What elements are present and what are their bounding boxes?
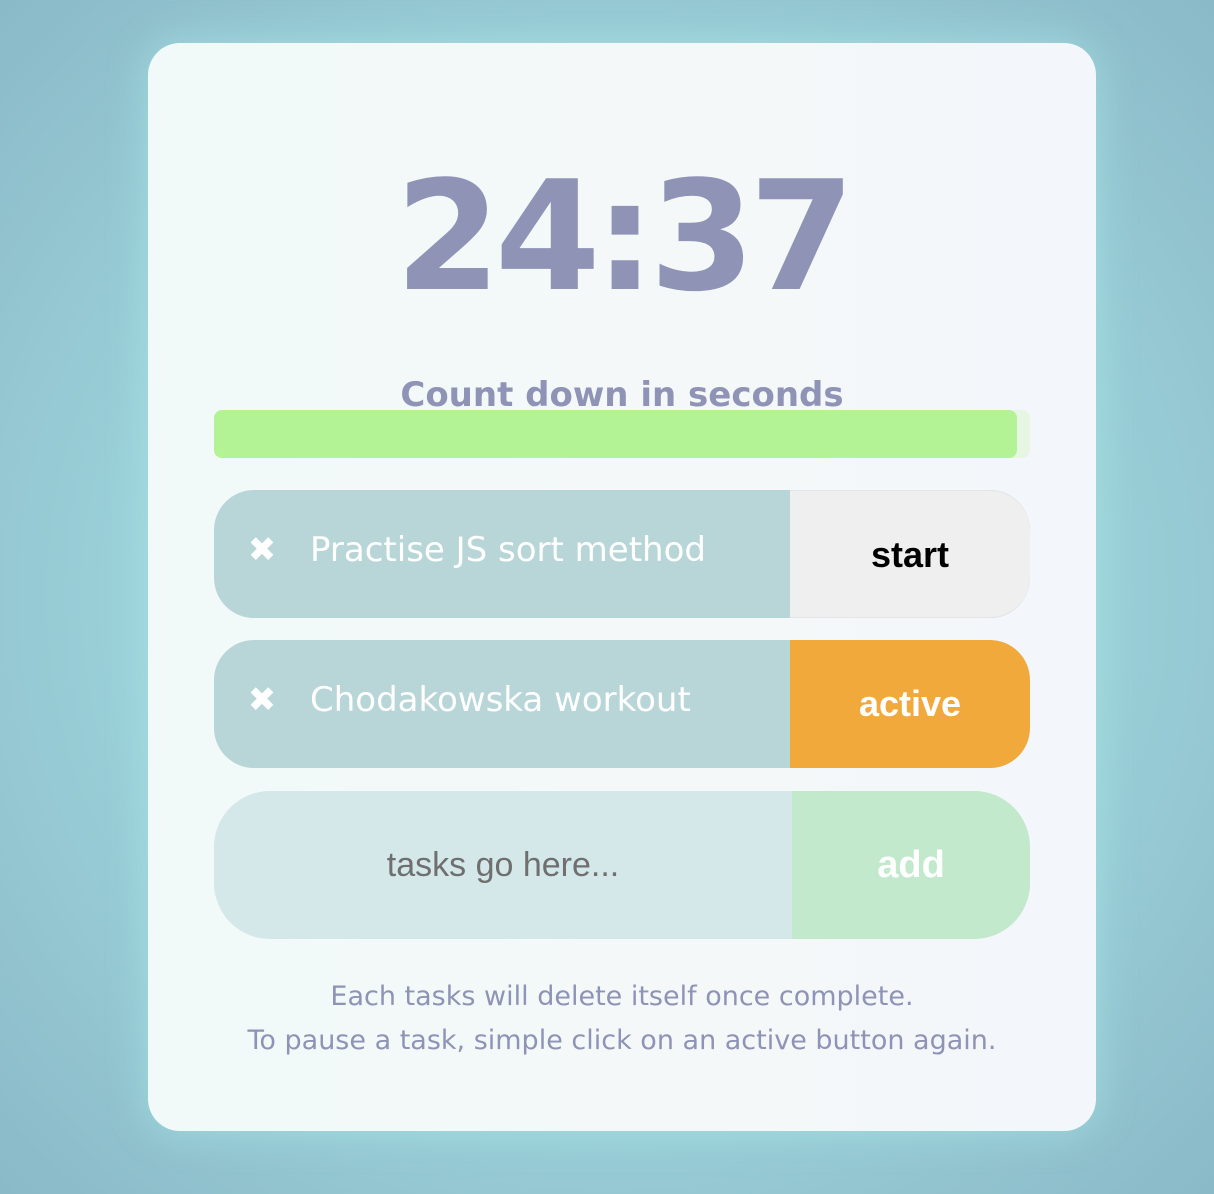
task-title: Chodakowska workout	[310, 680, 691, 720]
add-task-button[interactable]: add	[792, 791, 1030, 939]
close-icon[interactable]: ✖	[244, 530, 280, 570]
task-item: ✖ Practise JS sort method start	[214, 490, 1030, 618]
new-task-form: add	[214, 791, 1030, 939]
task-start-button[interactable]: start	[790, 490, 1030, 618]
pomodoro-card: 24:37 Count down in seconds ✖ Practise J…	[148, 43, 1096, 1131]
instructions-line-2: To pause a task, simple click on an acti…	[247, 1025, 997, 1056]
new-task-input[interactable]	[214, 791, 792, 939]
instructions-line-1: Each tasks will delete itself once compl…	[330, 981, 914, 1012]
task-item: ✖ Chodakowska workout active	[214, 640, 1030, 768]
task-active-button[interactable]: active	[790, 640, 1030, 768]
progress-bar	[214, 410, 1030, 458]
close-icon[interactable]: ✖	[244, 680, 280, 720]
task-title: Practise JS sort method	[310, 530, 706, 570]
timer-display: 24:37	[395, 148, 855, 325]
progress-fill	[214, 410, 1017, 458]
instructions: Each tasks will delete itself once compl…	[148, 975, 1096, 1063]
